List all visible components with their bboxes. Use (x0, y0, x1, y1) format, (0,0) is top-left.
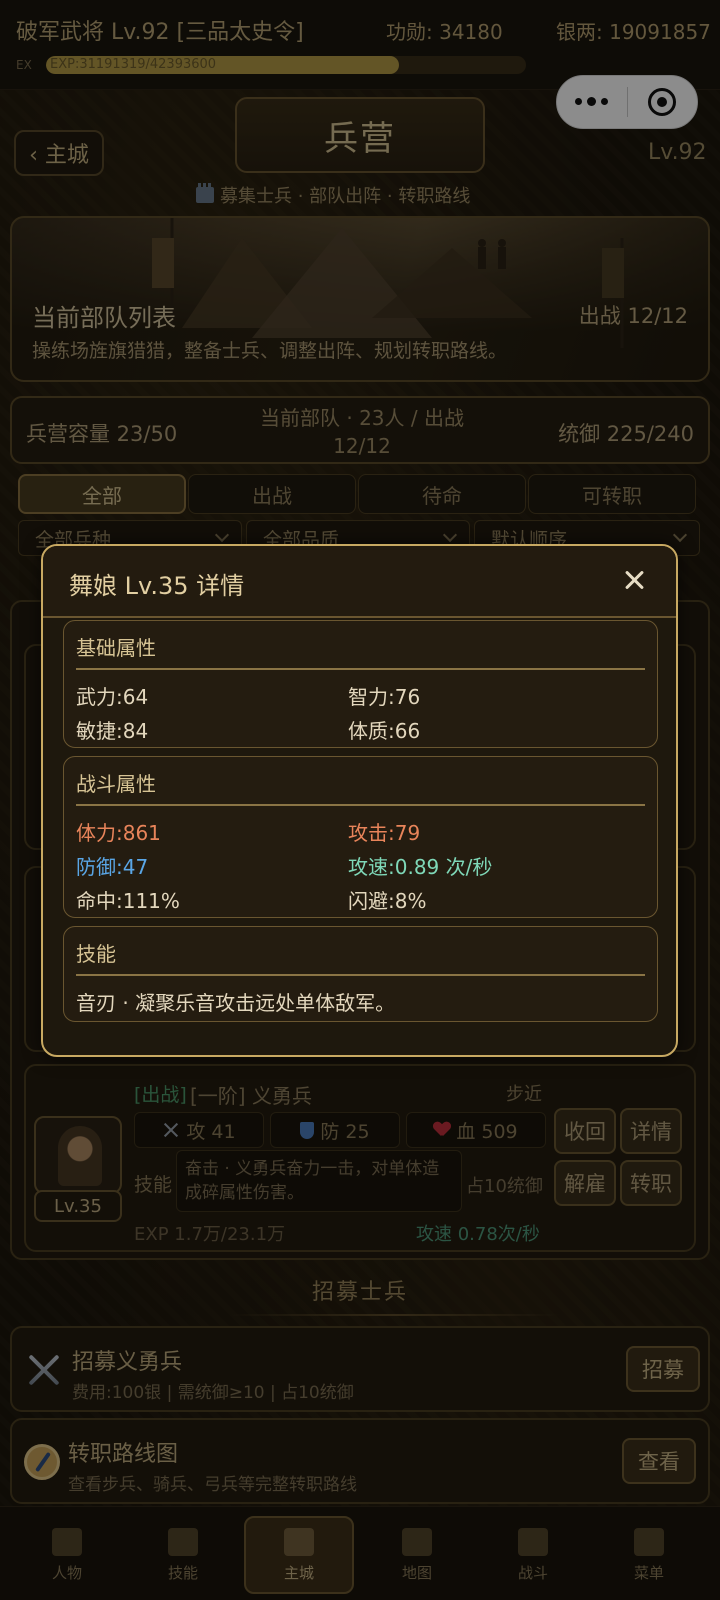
combat-attributes-title: 战斗属性 (76, 772, 156, 796)
attr-constitution: 体质:66 (348, 719, 421, 743)
attr-attack: 攻击:79 (348, 821, 421, 845)
panel-divider (76, 804, 645, 806)
close-icon[interactable] (622, 568, 648, 594)
attr-defense: 防御:47 (76, 855, 149, 879)
modal-title: 舞娘 Lv.35 详情 (69, 572, 245, 600)
attr-intelligence: 智力:76 (348, 685, 421, 709)
modal-header: 舞娘 Lv.35 详情 (43, 546, 676, 618)
panel-divider (76, 668, 645, 670)
attr-agility: 敏捷:84 (76, 719, 149, 743)
basic-attributes-title: 基础属性 (76, 636, 156, 660)
panel-divider (76, 974, 645, 976)
attr-dodge: 闪避:8% (348, 889, 427, 913)
skill-description: 音刃 · 凝聚乐音攻击远处单体敌军。 (76, 991, 396, 1015)
troop-detail-modal: 舞娘 Lv.35 详情 基础属性 武力:64 智力:76 敏捷:84 体质:66… (41, 544, 678, 1057)
attr-attack-speed: 攻速:0.89 次/秒 (348, 855, 493, 879)
attr-hp: 体力:861 (76, 821, 161, 845)
skill-panel: 技能 音刃 · 凝聚乐音攻击远处单体敌军。 (63, 926, 658, 1022)
basic-attributes-panel: 基础属性 武力:64 智力:76 敏捷:84 体质:66 (63, 620, 658, 748)
combat-attributes-panel: 战斗属性 体力:861 攻击:79 防御:47 攻速:0.89 次/秒 命中:1… (63, 756, 658, 918)
attr-hit: 命中:111% (76, 889, 180, 913)
attr-strength: 武力:64 (76, 685, 149, 709)
skill-title: 技能 (76, 942, 116, 966)
